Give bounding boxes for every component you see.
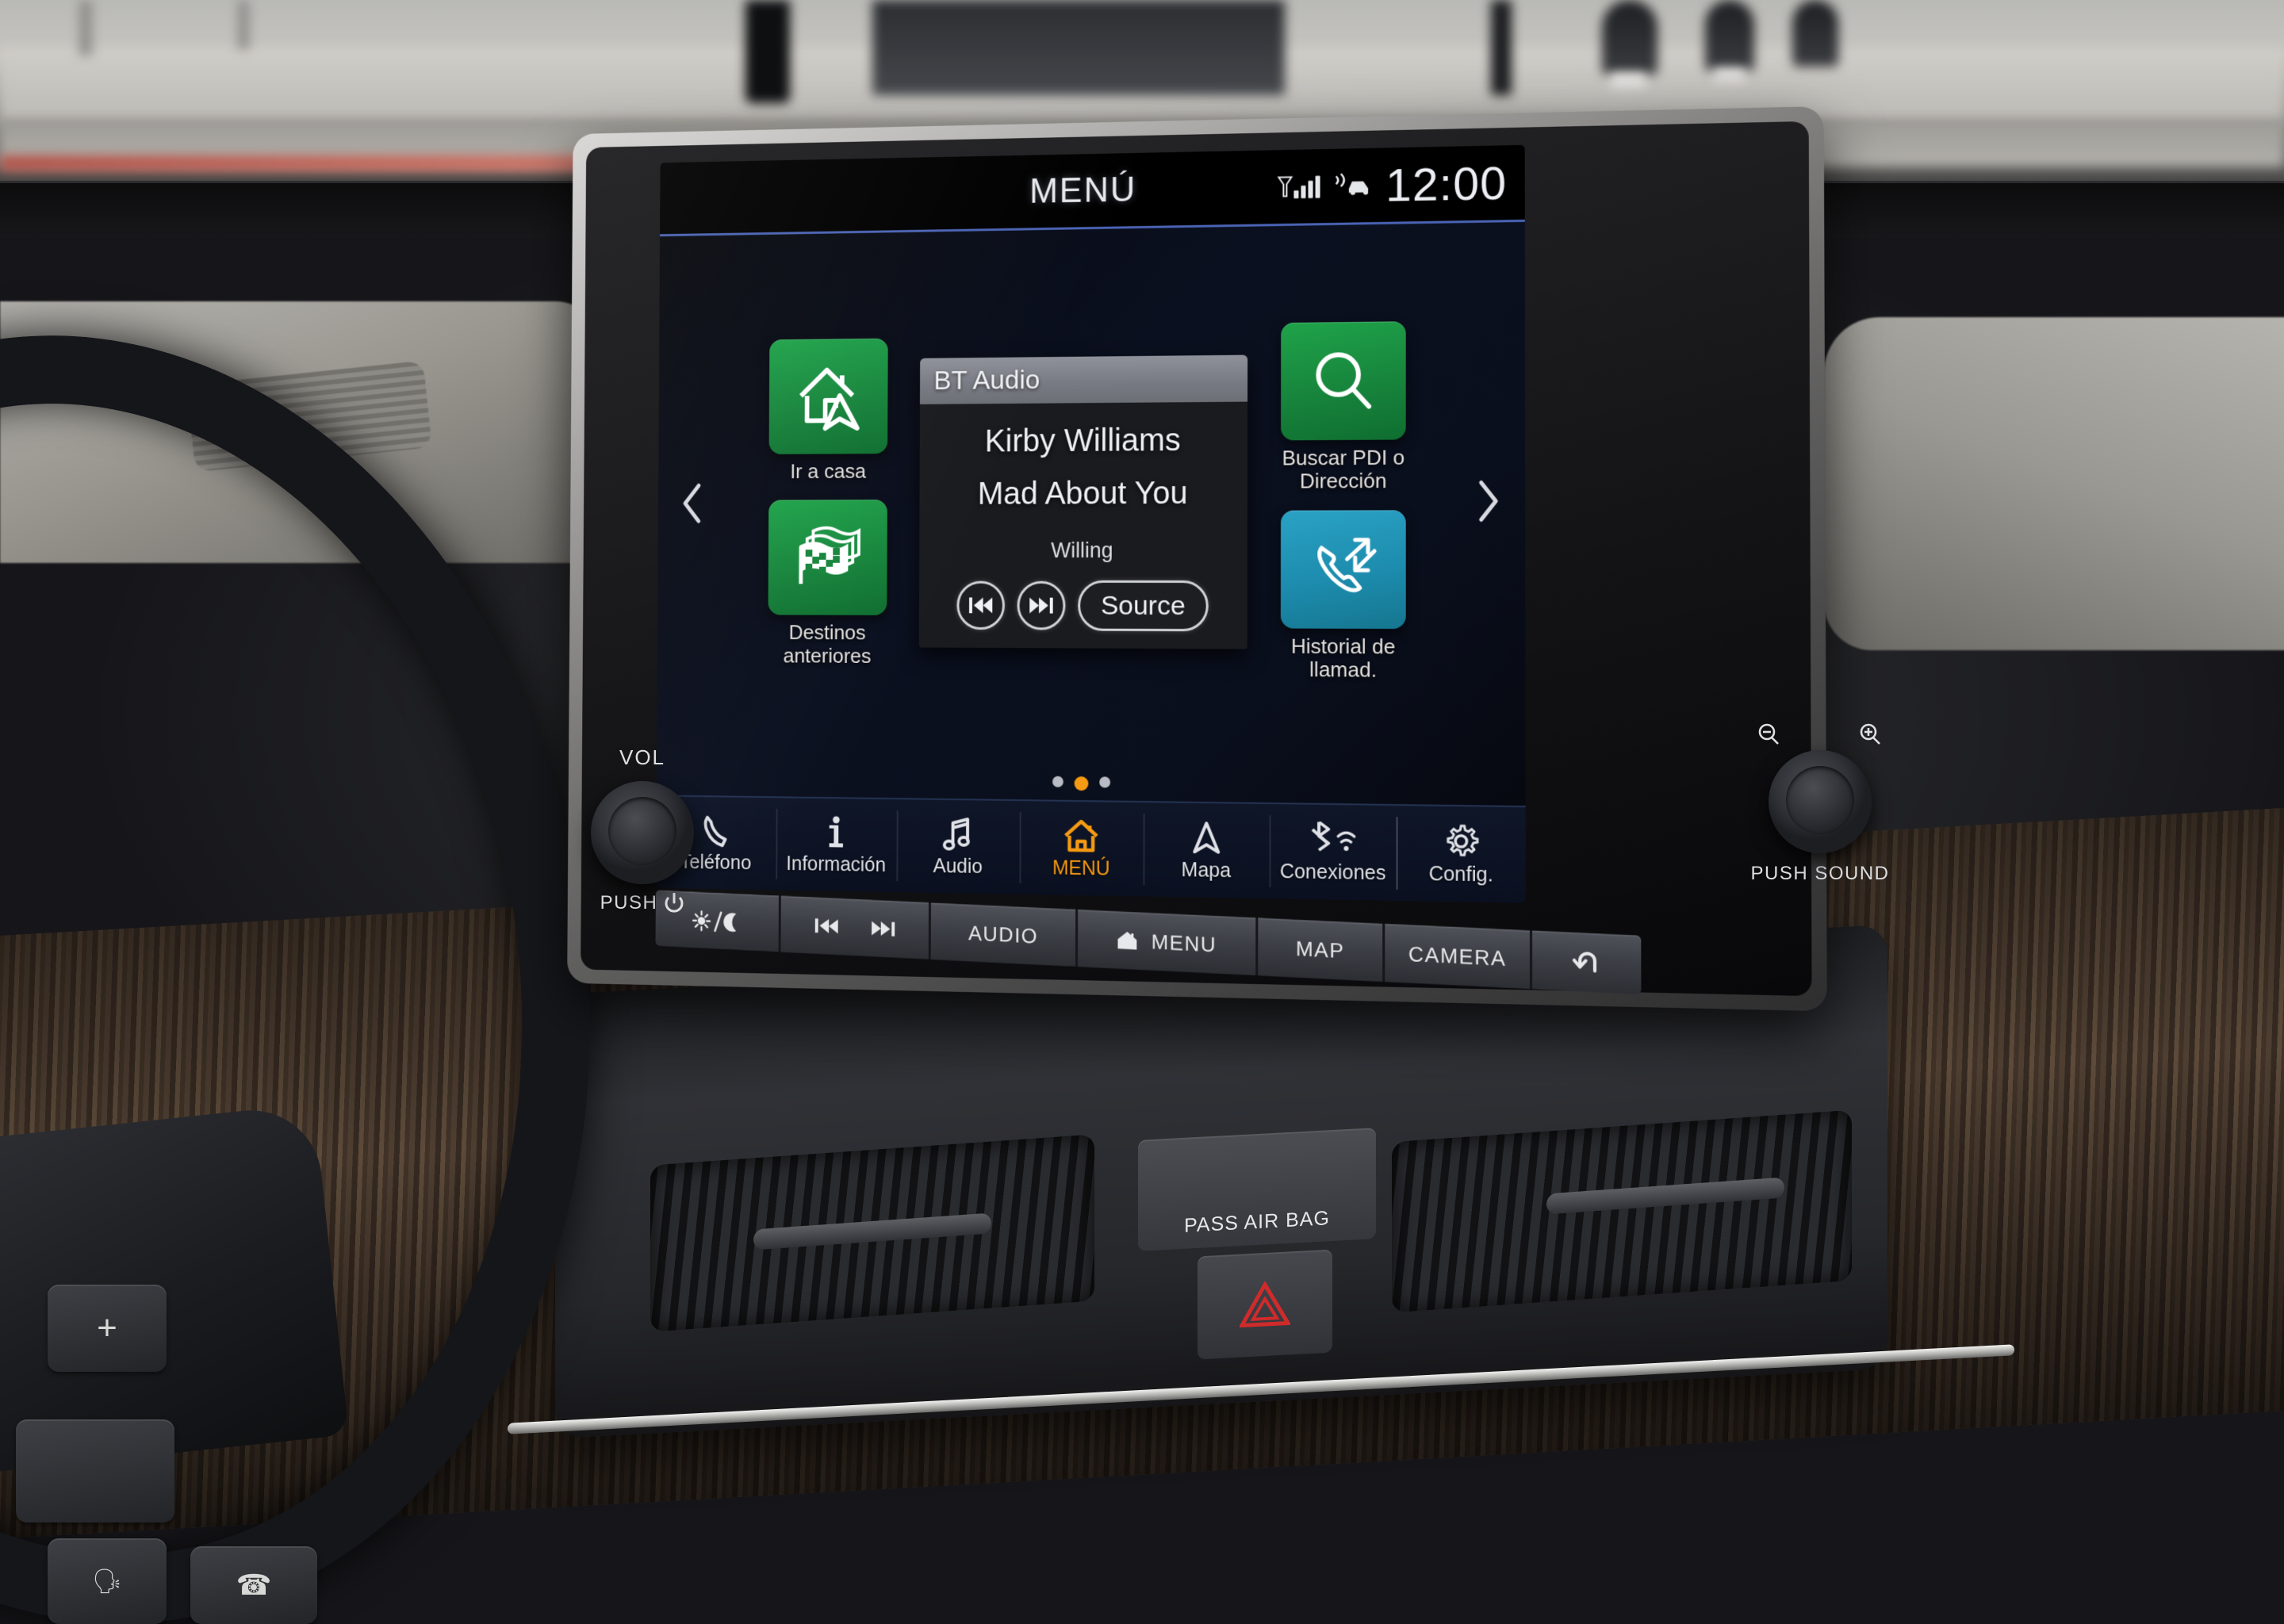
steering-menu-button[interactable] <box>16 1419 174 1522</box>
tile-call-history-square <box>1280 510 1406 630</box>
back-hard-button[interactable] <box>1532 930 1642 995</box>
home-icon <box>1063 817 1101 854</box>
tile-call-history-label: Historial de llamad. <box>1290 634 1396 682</box>
now-playing-track: Mad About You <box>977 476 1188 511</box>
air-vent-right <box>1392 1109 1852 1313</box>
call-history-icon <box>1305 532 1381 607</box>
sound-knob-group: PUSH SOUND <box>1689 722 1951 885</box>
sound-tune-knob[interactable] <box>1769 750 1872 853</box>
home-navigation-icon <box>791 360 864 434</box>
checkered-flags-icon <box>790 522 864 594</box>
tile-call-history[interactable]: Historial de llamad. <box>1271 510 1416 682</box>
steering-phone-button[interactable]: ☎ <box>190 1546 317 1624</box>
info-icon <box>826 814 846 850</box>
dash-pad-right <box>1824 317 2284 650</box>
tile-previous-destinations-square <box>768 500 887 616</box>
bottom-navigation-bar: Teléfono Información Audio MENÚ Mapa Con… <box>655 795 1526 903</box>
tile-previous-destinations-label: Destinos anteriores <box>783 620 872 668</box>
map-hard-button[interactable]: MAP <box>1258 917 1385 982</box>
touchscreen-display[interactable]: MENÚ 12:00 Ir a casa Destinos anteriores… <box>655 144 1526 903</box>
source-button[interactable]: Source <box>1078 580 1209 632</box>
nav-item-audio[interactable]: Audio <box>896 799 1019 894</box>
screen-body: Ir a casa Destinos anteriores BT Audio K… <box>655 221 1526 903</box>
skip-previous-icon <box>814 918 838 934</box>
bt-audio-header: BT Audio <box>919 354 1248 404</box>
next-track-button[interactable] <box>1017 580 1066 630</box>
page-dot-1[interactable] <box>1052 776 1063 787</box>
camera-hard-button[interactable]: CAMERA <box>1385 923 1533 990</box>
nav-label-informacion: Información <box>786 852 887 876</box>
skip-previous-icon <box>969 597 993 614</box>
steering-volume-up-button[interactable]: + <box>48 1285 167 1372</box>
nav-label-mapa: Mapa <box>1181 858 1232 882</box>
page-title: MENÚ <box>1029 170 1137 211</box>
nav-item-conexiones[interactable]: Conexiones <box>1269 804 1397 901</box>
back-arrow-icon <box>1570 948 1604 976</box>
nav-label-audio: Audio <box>933 854 983 878</box>
page-prev-arrow[interactable] <box>680 482 703 524</box>
status-icons-group: 12:00 <box>1277 155 1507 213</box>
sound-knob-push-label: PUSH SOUND <box>1750 863 1890 884</box>
tile-search-poi-label: Buscar PDI o Dirección <box>1282 445 1405 493</box>
bt-audio-body: Kirby Williams Mad About You Willing Sou… <box>919 402 1247 649</box>
left-tile-column: Ir a casa Destinos anteriores <box>759 339 898 668</box>
home-icon <box>1117 931 1137 950</box>
tile-search-poi-square <box>1281 320 1406 441</box>
volume-knob[interactable] <box>591 781 694 884</box>
infotainment-head-unit: MENÚ 12:00 Ir a casa Destinos anteriores… <box>567 106 1827 1012</box>
nav-item-menu[interactable]: MENÚ <box>1019 801 1144 896</box>
audio-hard-button[interactable]: AUDIO <box>931 902 1079 967</box>
page-dot-2[interactable] <box>1074 776 1089 791</box>
pass-airbag-label: PASS AIR BAG <box>1184 1207 1330 1237</box>
gear-icon <box>1443 822 1479 860</box>
bt-audio-panel: BT Audio Kirby Williams Mad About You Wi… <box>918 354 1248 649</box>
nav-item-informacion[interactable]: Información <box>776 798 897 892</box>
now-playing-album: Willing <box>1051 538 1113 562</box>
hazard-button[interactable] <box>1198 1249 1332 1360</box>
pass-airbag-indicator: PASS AIR BAG <box>1138 1128 1376 1251</box>
push-label: PUSH <box>600 892 658 914</box>
tile-previous-destinations[interactable]: Destinos anteriores <box>759 500 897 668</box>
zoom-in-icon <box>1860 723 1880 745</box>
zoom-out-icon <box>1758 723 1779 745</box>
tile-go-home-square <box>768 339 888 455</box>
bt-audio-title: BT Audio <box>933 365 1040 396</box>
car-interior-scene: PASS AIR BAG + 🗣 ☎ MENÚ 12:00 Ir a casa … <box>0 0 2284 1624</box>
tile-go-home[interactable]: Ir a casa <box>760 339 897 484</box>
connected-car-icon <box>1333 170 1373 201</box>
track-skip-buttons[interactable] <box>780 895 932 959</box>
nav-item-mapa[interactable]: Mapa <box>1144 802 1270 898</box>
nav-label-config: Config. <box>1428 862 1493 887</box>
bluetooth-wifi-icon <box>1308 820 1358 857</box>
music-note-icon <box>943 815 972 852</box>
playback-controls: Source <box>931 580 1234 632</box>
menu-hard-button-label: MENU <box>1151 929 1217 956</box>
page-next-arrow[interactable] <box>1477 479 1501 523</box>
steering-voice-button[interactable]: 🗣 <box>48 1538 167 1624</box>
volume-knob-push-label: PUSH <box>547 892 738 914</box>
power-icon <box>665 893 684 913</box>
right-tile-column: Buscar PDI o Dirección Historial de llam… <box>1271 320 1416 682</box>
tile-go-home-label: Ir a casa <box>790 459 866 484</box>
nav-label-conexiones: Conexiones <box>1279 860 1386 884</box>
previous-track-button[interactable] <box>956 580 1006 630</box>
volume-knob-label: VOL <box>619 745 666 769</box>
now-playing-artist: Kirby Williams <box>984 423 1181 459</box>
zoom-indicators <box>1689 722 1951 745</box>
navigation-arrow-icon <box>1192 818 1221 856</box>
page-dot-3[interactable] <box>1099 776 1111 788</box>
hazard-triangle-icon <box>1240 1281 1290 1328</box>
skip-next-icon <box>871 921 895 936</box>
magnifier-icon <box>1306 344 1380 418</box>
volume-knob-group: VOL PUSH <box>547 745 738 914</box>
skip-next-icon <box>1029 597 1053 614</box>
tile-search-poi[interactable]: Buscar PDI o Dirección <box>1271 320 1416 493</box>
menu-hard-button[interactable]: MENU <box>1078 909 1259 976</box>
nav-label-menu: MENÚ <box>1052 856 1110 880</box>
clock: 12:00 <box>1385 156 1508 211</box>
home-menu-area: Ir a casa Destinos anteriores BT Audio K… <box>657 222 1526 782</box>
nav-item-config[interactable]: Config. <box>1397 806 1526 903</box>
cellular-signal-icon <box>1277 174 1320 199</box>
